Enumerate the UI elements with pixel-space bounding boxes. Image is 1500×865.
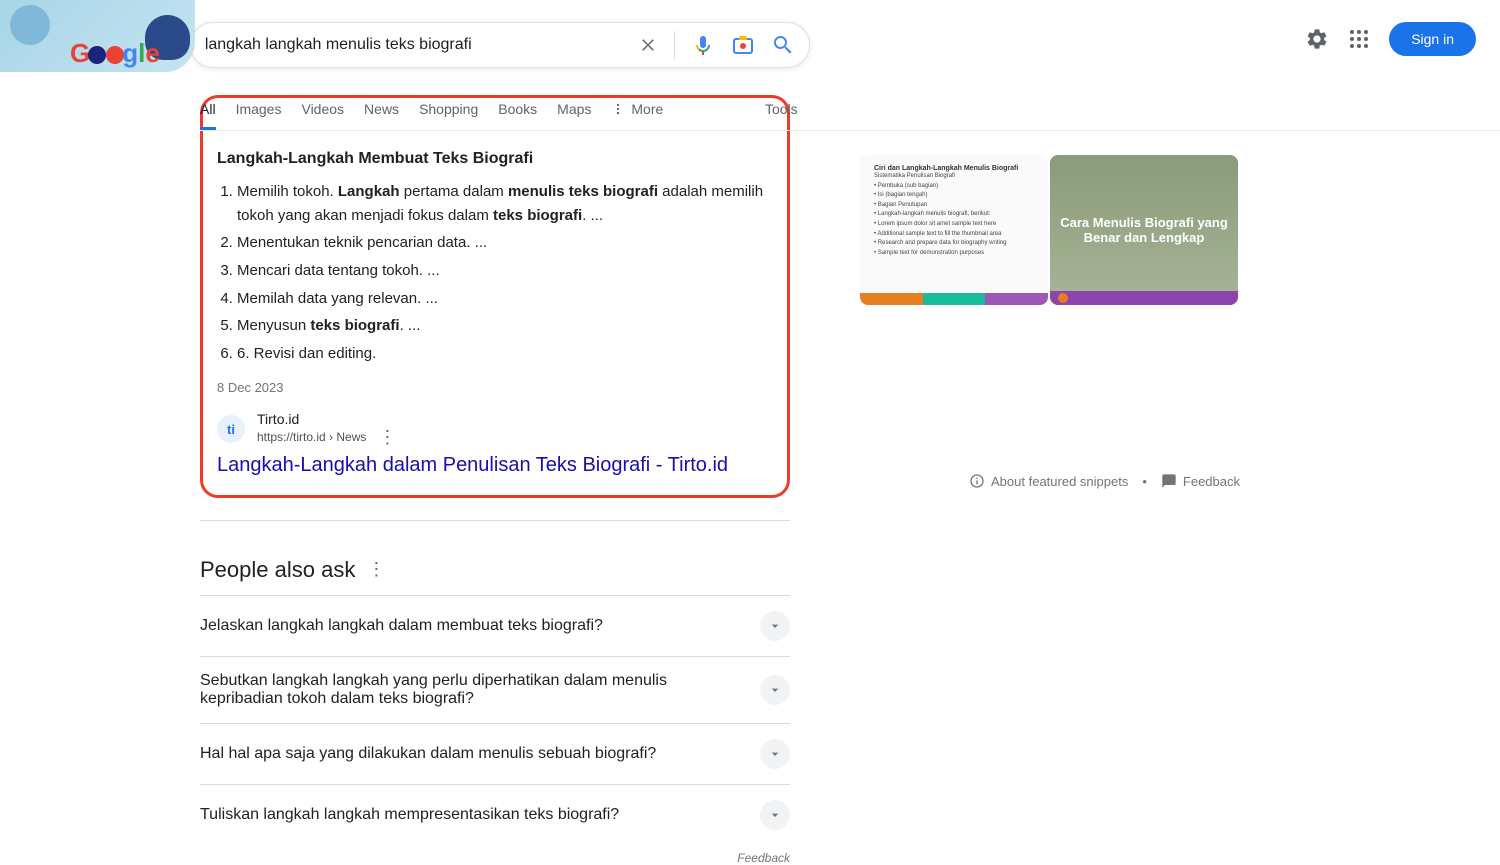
source-url: https://tirto.id › News bbox=[257, 430, 366, 444]
divider bbox=[674, 31, 675, 59]
feedback-icon bbox=[1161, 473, 1177, 489]
source-name: Tirto.id bbox=[257, 411, 402, 427]
clear-icon[interactable] bbox=[638, 35, 658, 55]
paa-menu-icon[interactable]: ⋮ bbox=[367, 559, 385, 580]
tab-more[interactable]: More bbox=[611, 91, 663, 130]
featured-snippet-date: 8 Dec 2023 bbox=[217, 380, 773, 395]
chevron-down-icon bbox=[760, 739, 790, 769]
chevron-down-icon bbox=[760, 800, 790, 830]
more-vertical-icon bbox=[611, 102, 625, 116]
google-logo[interactable]: Ggle bbox=[70, 38, 160, 69]
featured-snippet-list: Memilih tokoh. Langkah pertama dalam men… bbox=[237, 178, 773, 368]
list-item: Mencari data tentang tokoh. ... bbox=[237, 257, 773, 285]
result-menu-icon[interactable]: ⋮ bbox=[372, 427, 402, 448]
result-image-thumbnail[interactable]: Ciri dan Langkah-Langkah Menulis Biograf… bbox=[860, 155, 1048, 305]
search-by-image-icon[interactable] bbox=[731, 33, 755, 57]
list-item: 6. Revisi dan editing. bbox=[237, 340, 773, 368]
paa-title: People also ask bbox=[200, 557, 355, 583]
search-icon[interactable] bbox=[771, 33, 795, 57]
featured-snippet-title-link[interactable]: Langkah-Langkah dalam Penulisan Teks Bio… bbox=[217, 454, 773, 477]
chevron-down-icon bbox=[760, 611, 790, 641]
search-input[interactable] bbox=[205, 36, 638, 54]
featured-snippet-heading: Langkah-Langkah Membuat Teks Biografi bbox=[217, 150, 773, 168]
paa-question-text: Jelaskan langkah langkah dalam membuat t… bbox=[200, 617, 760, 635]
paa-question-text: Hal hal apa saja yang dilakukan dalam me… bbox=[200, 745, 760, 763]
results-tabs: All Images Videos News Shopping Books Ma… bbox=[200, 91, 1500, 131]
featured-snippet-highlight: Langkah-Langkah Membuat Teks Biografi Me… bbox=[200, 95, 790, 498]
paa-question-text: Tuliskan langkah langkah mempresentasika… bbox=[200, 806, 760, 824]
settings-icon[interactable] bbox=[1305, 27, 1329, 51]
search-bar[interactable] bbox=[190, 22, 810, 68]
paa-feedback-link[interactable]: Feedback bbox=[200, 851, 790, 865]
paa-question[interactable]: Tuliskan langkah langkah mempresentasika… bbox=[200, 784, 790, 845]
result-image-thumbnail[interactable]: Cara Menulis Biografi yang Benar dan Len… bbox=[1050, 155, 1238, 305]
info-icon bbox=[969, 473, 985, 489]
tab-all[interactable]: All bbox=[200, 91, 216, 130]
tab-books[interactable]: Books bbox=[498, 91, 537, 130]
list-item: Memilah data yang relevan. ... bbox=[237, 285, 773, 313]
about-featured-snippets-link[interactable]: About featured snippets bbox=[969, 473, 1128, 489]
tab-maps[interactable]: Maps bbox=[557, 91, 591, 130]
chevron-down-icon bbox=[760, 675, 790, 705]
list-item: Menentukan teknik pencarian data. ... bbox=[237, 229, 773, 257]
list-item: Memilih tokoh. Langkah pertama dalam men… bbox=[237, 178, 773, 229]
tab-images[interactable]: Images bbox=[236, 91, 282, 130]
tab-videos[interactable]: Videos bbox=[301, 91, 344, 130]
paa-question[interactable]: Sebutkan langkah langkah yang perlu dipe… bbox=[200, 656, 790, 723]
paa-question-text: Sebutkan langkah langkah yang perlu dipe… bbox=[200, 672, 760, 708]
tab-shopping[interactable]: Shopping bbox=[419, 91, 478, 130]
sign-in-button[interactable]: Sign in bbox=[1389, 22, 1476, 56]
tab-news[interactable]: News bbox=[364, 91, 399, 130]
voice-search-icon[interactable] bbox=[691, 33, 715, 57]
tools-link[interactable]: Tools bbox=[765, 101, 798, 117]
snippet-feedback-link[interactable]: Feedback bbox=[1161, 473, 1240, 489]
people-also-ask: People also ask ⋮ Jelaskan langkah langk… bbox=[200, 557, 790, 865]
apps-icon[interactable] bbox=[1347, 27, 1371, 51]
paa-question[interactable]: Hal hal apa saja yang dilakukan dalam me… bbox=[200, 723, 790, 784]
source-favicon: ti bbox=[217, 415, 245, 443]
paa-question[interactable]: Jelaskan langkah langkah dalam membuat t… bbox=[200, 595, 790, 656]
list-item: Menyusun teks biografi. ... bbox=[237, 312, 773, 340]
